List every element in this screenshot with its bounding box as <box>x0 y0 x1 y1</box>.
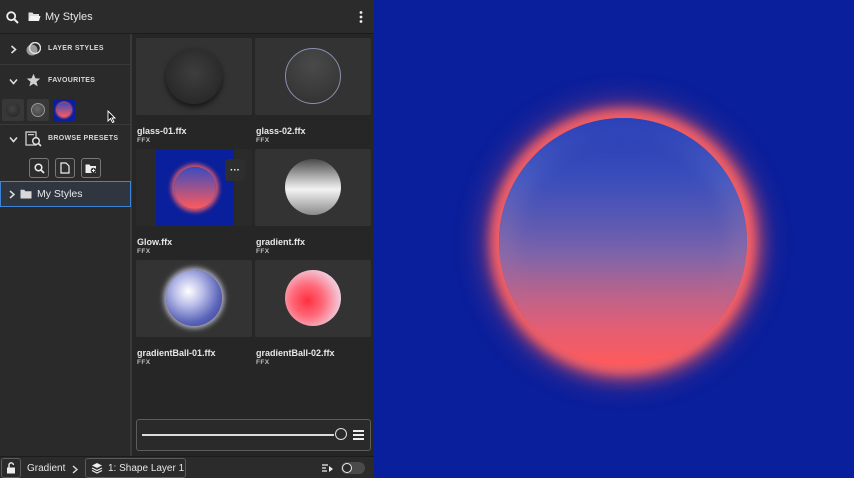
favourite-glow[interactable] <box>53 99 75 121</box>
tree-item-my-styles[interactable]: My Styles <box>0 181 131 207</box>
apply-style-icon[interactable] <box>320 462 334 474</box>
preset-thumbnail <box>166 270 222 326</box>
chevron-right-icon <box>71 464 79 474</box>
new-preset-button[interactable] <box>55 158 75 178</box>
preview-toggle[interactable] <box>341 462 365 474</box>
preset-name: glass-01.ffx <box>137 126 187 136</box>
breadcrumb-effect[interactable]: Gradient <box>27 463 65 474</box>
more-options-button[interactable]: ··· <box>225 159 245 181</box>
preset-name: Glow.ffx <box>137 237 173 247</box>
glow-inner-shade <box>515 134 731 350</box>
section-favourites[interactable]: FAVOURITES <box>0 67 130 95</box>
preset-card-gradientball-01[interactable] <box>136 260 252 337</box>
search-icon <box>33 162 45 174</box>
preset-thumbnail <box>6 103 20 117</box>
layer-styles-icon <box>25 41 41 57</box>
browse-presets-icon <box>24 130 42 147</box>
thumbnail-size-slider[interactable] <box>142 434 334 436</box>
section-layer-styles[interactable]: LAYER STYLES <box>0 35 130 63</box>
search-icon[interactable] <box>4 9 20 25</box>
preset-thumbnail <box>285 270 341 326</box>
chevron-right-icon[interactable] <box>8 189 16 199</box>
folder-icon <box>20 189 32 199</box>
preset-thumbnail <box>31 103 45 117</box>
slider-handle[interactable] <box>335 428 347 440</box>
layers-icon <box>91 462 103 474</box>
preset-name: gradientBall-01.ffx <box>137 348 216 358</box>
lock-button[interactable] <box>1 458 21 478</box>
preset-type: FFX <box>137 137 151 144</box>
preset-thumbnail <box>166 48 222 104</box>
status-bar: Gradient 1: Shape Layer 1 <box>0 456 374 478</box>
preset-card-glass-02[interactable] <box>255 38 371 115</box>
divider <box>0 64 130 65</box>
preset-card-glass-01[interactable] <box>136 38 252 115</box>
section-browse-presets[interactable]: BROWSE PRESETS <box>0 125 130 153</box>
preset-grid: glass-01.ffx FFX glass-02.ffx FFX ··· Gl… <box>136 38 372 418</box>
tree-item-label: My Styles <box>37 188 83 200</box>
lock-open-icon <box>7 462 15 474</box>
section-label: BROWSE PRESETS <box>48 135 119 142</box>
styles-panel: My Styles LAYER STYLES FAVOURITES BROWSE… <box>0 0 374 478</box>
more-vertical-icon[interactable] <box>355 10 367 24</box>
chevron-down-icon[interactable] <box>8 134 18 144</box>
favourite-glass-01[interactable] <box>2 99 24 121</box>
preset-type: FFX <box>137 248 151 255</box>
add-folder-button[interactable] <box>81 158 101 178</box>
preset-name: gradient.ffx <box>256 237 306 247</box>
preset-thumbnail <box>57 103 71 117</box>
toggle-knob <box>342 463 352 473</box>
preset-type: FFX <box>256 359 270 366</box>
chevron-down-icon[interactable] <box>8 76 18 86</box>
panel-title: My Styles <box>45 11 93 23</box>
preset-thumbnail <box>285 48 341 104</box>
list-view-icon[interactable] <box>352 428 364 442</box>
favourite-glass-02[interactable] <box>27 99 49 121</box>
layer-selector[interactable]: 1: Shape Layer 1 <box>85 458 186 478</box>
star-icon <box>25 72 41 88</box>
section-label: FAVOURITES <box>48 77 96 84</box>
chevron-right-icon[interactable] <box>8 44 18 54</box>
preset-thumbnail <box>174 167 216 209</box>
preset-type: FFX <box>256 248 270 255</box>
search-presets-button[interactable] <box>29 158 49 178</box>
document-icon <box>60 162 70 174</box>
thumbnail-size-control <box>136 419 371 451</box>
folder-add-icon <box>85 164 97 173</box>
preset-type: FFX <box>256 137 270 144</box>
folder-open-icon[interactable] <box>27 10 41 22</box>
mouse-cursor-icon <box>106 109 116 123</box>
preset-name: gradientBall-02.ffx <box>256 348 335 358</box>
preset-card-gradientball-02[interactable] <box>255 260 371 337</box>
layer-name: 1: Shape Layer 1 <box>108 463 185 474</box>
preset-card-gradient[interactable] <box>255 149 371 226</box>
panel-header: My Styles <box>0 0 374 34</box>
preset-type: FFX <box>137 359 151 366</box>
section-label: LAYER STYLES <box>48 45 104 52</box>
sidebar: LAYER STYLES FAVOURITES BROWSE PRESETS M… <box>0 34 132 456</box>
preset-thumbnail <box>285 159 341 215</box>
preset-name: glass-02.ffx <box>256 126 306 136</box>
